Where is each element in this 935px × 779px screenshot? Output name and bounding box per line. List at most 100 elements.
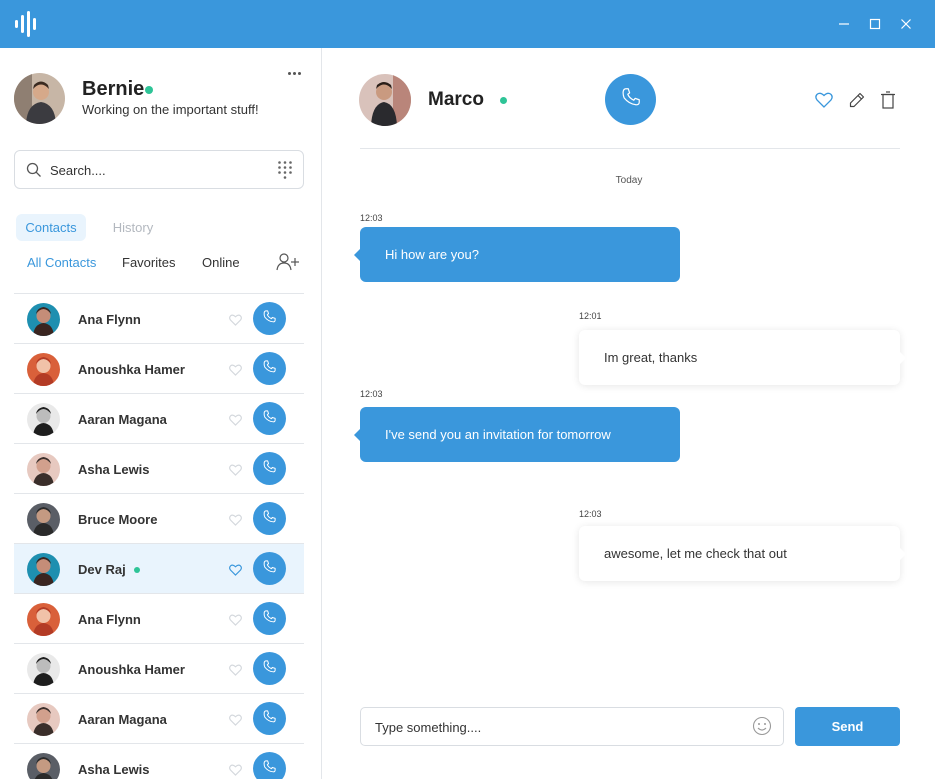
contact-list: Ana Flynn Anoushka Hamer Aaran Magana Asha … [14,293,304,779]
contact-row[interactable]: Dev Raj [14,544,304,594]
phone-icon [262,309,277,329]
phone-icon [262,459,277,479]
message-time: 12:03 [360,213,383,223]
avatar[interactable] [359,74,411,126]
heart-icon[interactable] [229,313,242,331]
heart-icon[interactable] [229,713,242,731]
message-composer [360,707,784,746]
phone-icon [262,709,277,729]
message-incoming: I've send you an invitation for tomorrow [354,407,680,462]
contact-row[interactable]: Asha Lewis [14,744,304,779]
message-outgoing: awesome, let me check that out [579,526,906,581]
contact-name: Aaran Magana [78,712,167,727]
contact-name: Ana Flynn [78,312,141,327]
contact-row[interactable]: Ana Flynn [14,294,304,344]
ellipsis-icon[interactable] [288,68,306,78]
contact-name: Asha Lewis [78,462,150,477]
tab-contacts[interactable]: Contacts [16,214,86,241]
avatar[interactable] [27,403,60,436]
avatar[interactable] [14,73,65,124]
message-input[interactable] [375,717,735,737]
contact-row[interactable]: Asha Lewis [14,444,304,494]
title-bar [0,0,935,48]
message-time: 12:03 [360,389,383,399]
contact-row[interactable]: Ana Flynn [14,594,304,644]
contact-row[interactable]: Anoushka Hamer [14,644,304,694]
avatar[interactable] [27,753,60,779]
heart-icon[interactable] [229,463,242,481]
trash-icon[interactable] [878,90,898,110]
maximize-icon[interactable] [864,13,886,35]
message-outgoing: Im great, thanks [579,330,906,385]
contact-name: Aaran Magana [78,412,167,427]
avatar[interactable] [27,303,60,336]
call-button[interactable] [253,402,286,435]
contact-name: Asha Lewis [78,762,150,777]
message-time: 12:01 [579,311,602,321]
filter-all-contacts[interactable]: All Contacts [27,255,96,270]
call-button[interactable] [605,74,656,125]
call-button[interactable] [253,352,286,385]
contact-name: Ana Flynn [78,612,141,627]
heart-icon[interactable] [229,413,242,431]
phone-icon [262,759,277,779]
call-button[interactable] [253,702,286,735]
filter-online[interactable]: Online [202,255,240,270]
avatar[interactable] [27,653,60,686]
phone-icon [262,409,277,429]
chat-contact-name: Marco [428,89,484,110]
heart-icon[interactable] [229,563,242,581]
phone-icon [262,659,277,679]
sidebar: Bernie Working on the important stuff! C… [0,48,322,779]
tab-history[interactable]: History [100,214,166,241]
heart-icon[interactable] [229,663,242,681]
dialpad-icon[interactable] [277,160,293,185]
call-button[interactable] [253,502,286,535]
filter-favorites[interactable]: Favorites [122,255,175,270]
heart-icon[interactable] [229,613,242,631]
call-button[interactable] [253,652,286,685]
phone-icon [262,559,277,579]
profile-status: Working on the important stuff! [82,102,259,117]
heart-icon[interactable] [229,763,242,779]
avatar[interactable] [27,453,60,486]
online-indicator [134,567,140,573]
avatar[interactable] [27,703,60,736]
contact-row[interactable]: Aaran Magana [14,394,304,444]
heart-icon[interactable] [229,363,242,381]
phone-icon [262,509,277,529]
emoji-icon[interactable] [752,716,772,741]
edit-icon[interactable] [847,90,867,110]
contact-row[interactable]: Bruce Moore [14,494,304,544]
heart-icon[interactable] [229,513,242,531]
contact-row[interactable]: Anoushka Hamer [14,344,304,394]
call-button[interactable] [253,752,286,779]
send-button[interactable]: Send [795,707,900,746]
call-button[interactable] [253,552,286,585]
contact-name: Bruce Moore [78,512,158,527]
online-indicator [500,97,507,104]
contact-name: Anoushka Hamer [78,662,185,677]
call-button[interactable] [253,602,286,635]
contact-row[interactable]: Aaran Magana [14,694,304,744]
minimize-icon[interactable] [833,13,855,35]
online-indicator [145,86,153,94]
phone-icon [262,359,277,379]
close-icon[interactable] [895,13,917,35]
day-label: Today [615,175,643,186]
search-icon [26,162,42,183]
avatar[interactable] [27,353,60,386]
call-button[interactable] [253,302,286,335]
contact-name: Dev Raj [78,562,126,577]
search-input[interactable] [50,160,250,180]
call-button[interactable] [253,452,286,485]
avatar[interactable] [27,603,60,636]
header-divider [360,148,900,149]
add-user-icon[interactable] [276,253,300,276]
profile-name: Bernie [82,78,145,100]
heart-icon[interactable] [814,90,834,110]
voice-wave-icon [14,11,38,37]
avatar[interactable] [27,503,60,536]
message-incoming: Hi how are you? [354,227,680,282]
avatar[interactable] [27,553,60,586]
